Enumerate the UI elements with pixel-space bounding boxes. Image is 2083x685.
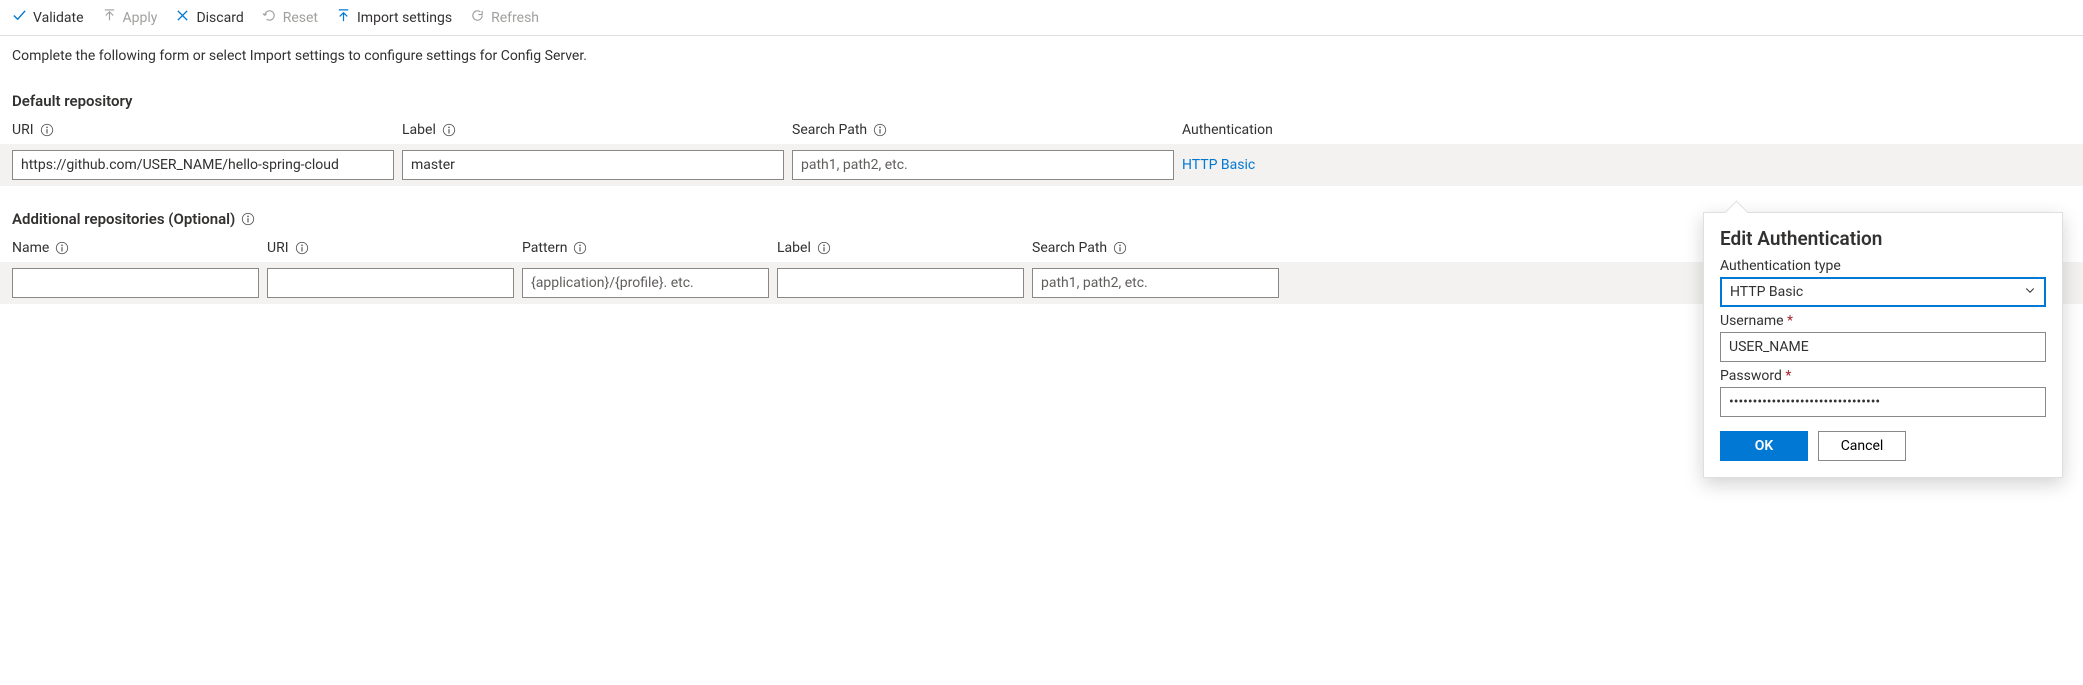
intro-text: Complete the following form or select Im…: [0, 36, 2083, 68]
info-icon[interactable]: [573, 241, 587, 255]
check-icon: [12, 8, 27, 27]
apply-label: Apply: [123, 10, 158, 26]
uri-input[interactable]: [12, 150, 394, 180]
validate-label: Validate: [33, 10, 84, 26]
label-input-2[interactable]: [777, 268, 1024, 298]
validate-button[interactable]: Validate: [12, 8, 84, 27]
refresh-button: Refresh: [470, 8, 539, 27]
auth-type-select[interactable]: HTTP Basic: [1720, 277, 2046, 307]
username-input[interactable]: [1720, 332, 2046, 362]
header-searchpath2-label: Search Path: [1032, 240, 1107, 256]
additional-repos-title: Additional repositories (Optional): [12, 210, 235, 228]
reset-button: Reset: [262, 8, 318, 27]
auth-type-label: Authentication type: [1720, 258, 2046, 274]
info-icon[interactable]: [295, 241, 309, 255]
header-uri: URI: [12, 122, 402, 138]
cancel-button[interactable]: Cancel: [1818, 431, 1906, 461]
apply-button: Apply: [102, 8, 158, 27]
ok-button[interactable]: OK: [1720, 431, 1808, 461]
username-label: Username *: [1720, 313, 2046, 329]
reset-label: Reset: [283, 10, 318, 26]
search-path-input[interactable]: [792, 150, 1174, 180]
discard-button[interactable]: Discard: [175, 8, 243, 27]
default-repo-title: Default repository: [0, 68, 2083, 116]
header-pattern-label: Pattern: [522, 240, 567, 256]
header-label2-label: Label: [777, 240, 811, 256]
info-icon[interactable]: [241, 212, 255, 226]
label-input[interactable]: [402, 150, 784, 180]
password-label: Password *: [1720, 368, 2046, 384]
password-input[interactable]: [1720, 387, 2046, 417]
header-name-label: Name: [12, 240, 49, 256]
name-input[interactable]: [12, 268, 259, 298]
header-auth-label: Authentication: [1182, 122, 1273, 138]
popover-title: Edit Authentication: [1720, 227, 2046, 250]
header-uri2-label: URI: [267, 240, 289, 256]
refresh-icon: [470, 8, 485, 27]
discard-label: Discard: [196, 10, 243, 26]
auth-link[interactable]: HTTP Basic: [1182, 157, 1255, 173]
auth-type-value: HTTP Basic: [1730, 284, 1803, 300]
header-uri2: URI: [267, 240, 522, 256]
header-search-path: Search Path: [792, 122, 1182, 138]
header-auth: Authentication: [1182, 122, 1552, 138]
header-search-path-label: Search Path: [792, 122, 867, 138]
info-icon[interactable]: [442, 123, 456, 137]
reset-icon: [262, 8, 277, 27]
search-path-input-2[interactable]: [1032, 268, 1279, 298]
header-name: Name: [12, 240, 267, 256]
header-pattern: Pattern: [522, 240, 777, 256]
toolbar: Validate Apply Discard Reset Import sett…: [0, 0, 2083, 36]
header-label: Label: [402, 122, 792, 138]
upload-icon: [102, 8, 117, 27]
info-icon[interactable]: [873, 123, 887, 137]
info-icon[interactable]: [817, 241, 831, 255]
import-label: Import settings: [357, 10, 452, 26]
info-icon[interactable]: [40, 123, 54, 137]
import-icon: [336, 8, 351, 27]
header-uri-label: URI: [12, 122, 34, 138]
header-label2: Label: [777, 240, 1032, 256]
chevron-down-icon: [2024, 284, 2036, 300]
pattern-input[interactable]: [522, 268, 769, 298]
default-repo-row: HTTP Basic: [0, 144, 2083, 186]
header-searchpath2: Search Path: [1032, 240, 1287, 256]
uri-input-2[interactable]: [267, 268, 514, 298]
default-repo-headers: URI Label Search Path Authentication: [0, 116, 2083, 144]
header-label-label: Label: [402, 122, 436, 138]
auth-popover: Edit Authentication Authentication type …: [1703, 212, 2063, 478]
close-icon: [175, 8, 190, 27]
refresh-label: Refresh: [491, 10, 539, 26]
import-settings-button[interactable]: Import settings: [336, 8, 452, 27]
info-icon[interactable]: [1113, 241, 1127, 255]
info-icon[interactable]: [55, 241, 69, 255]
